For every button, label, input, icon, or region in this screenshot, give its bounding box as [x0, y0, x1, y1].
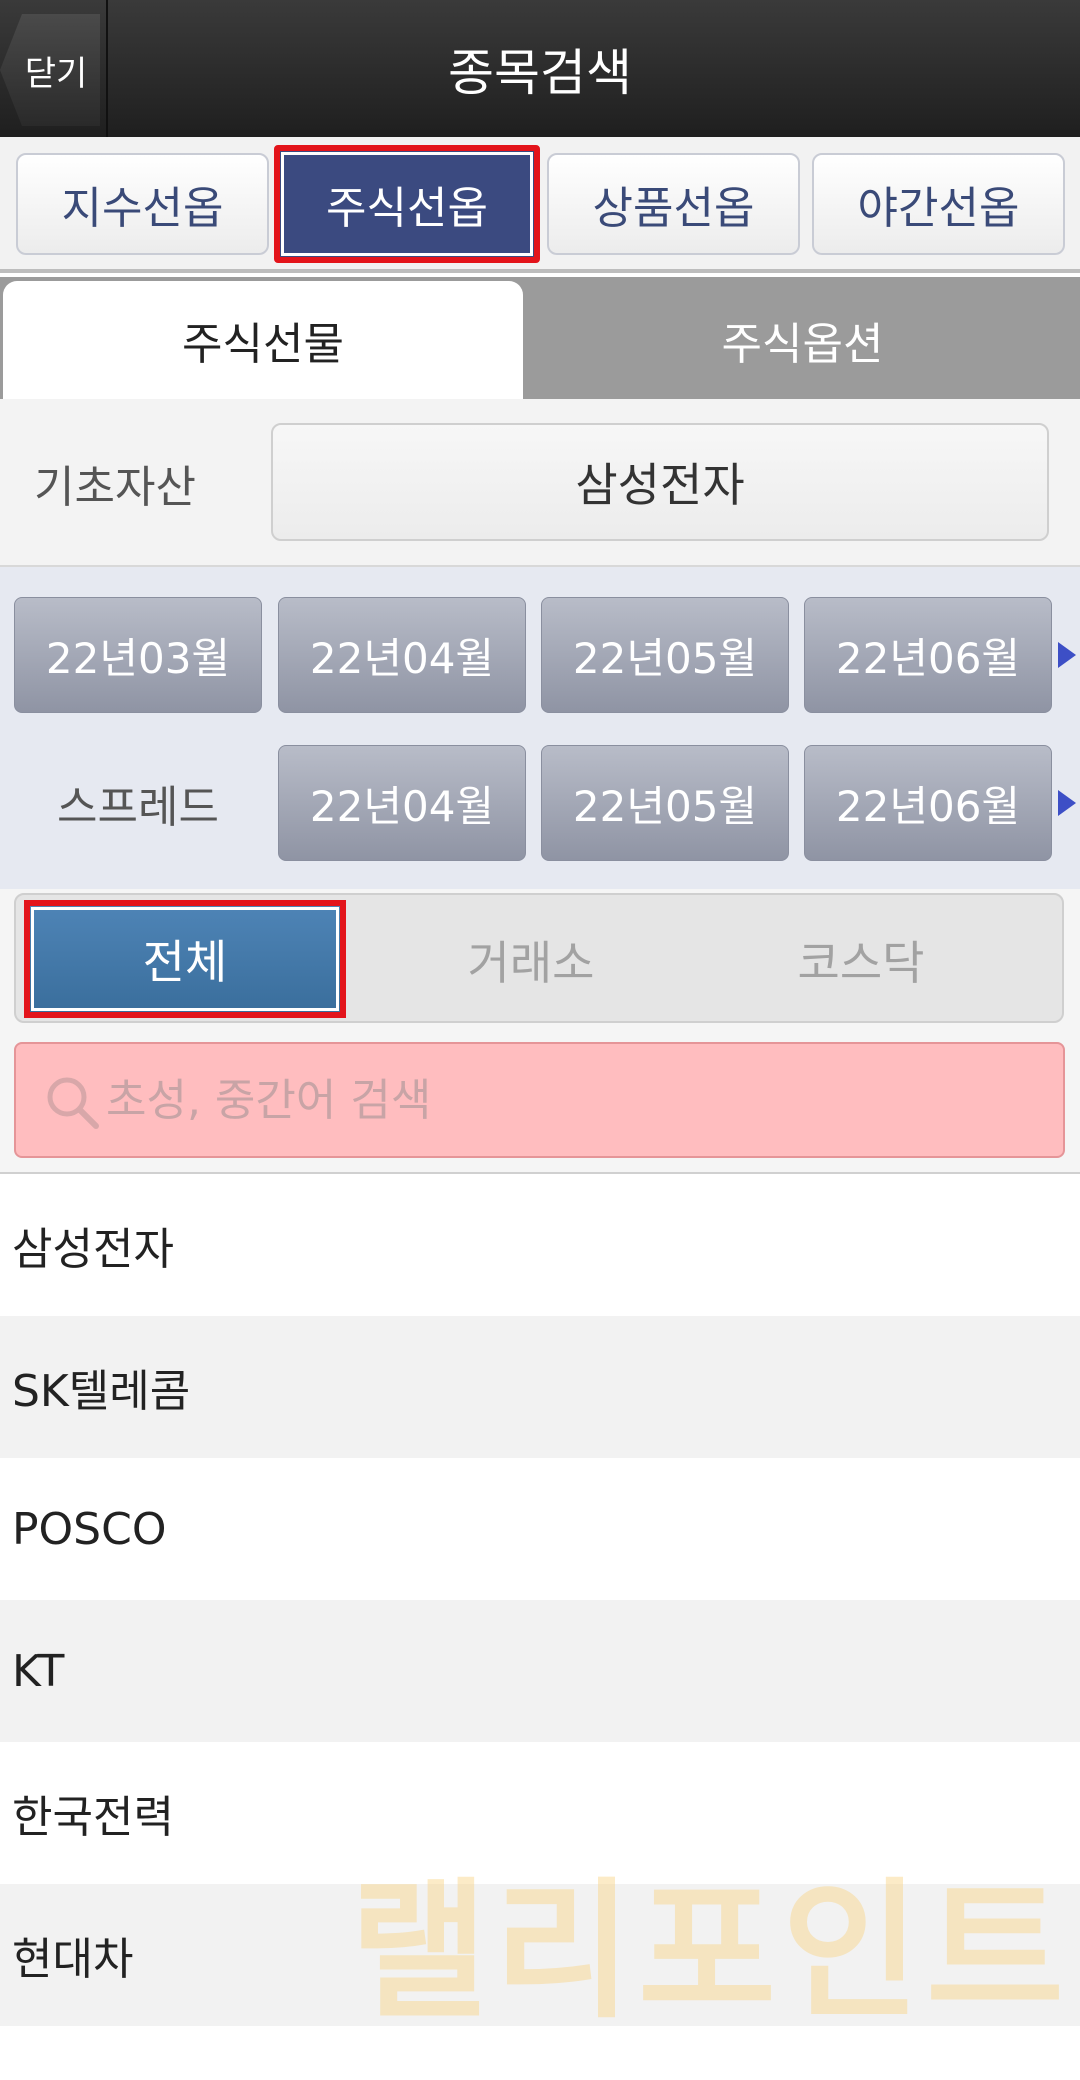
- search-input[interactable]: [106, 1044, 1046, 1156]
- month-button[interactable]: 22년06월: [804, 597, 1052, 713]
- market-tab-bar: 지수선옵 주식선옵 상품선옵 야간선옵: [0, 137, 1080, 273]
- spread-month-button[interactable]: 22년06월: [804, 745, 1052, 861]
- underlying-asset-selector[interactable]: 삼성전자: [271, 423, 1049, 541]
- list-item[interactable]: 현대차: [0, 1884, 1080, 2026]
- tab-index-futures-options[interactable]: 지수선옵: [16, 153, 269, 255]
- spread-label: 스프레드: [57, 782, 219, 833]
- underlying-asset-label: 기초자산: [34, 462, 196, 513]
- stock-list: 삼성전자 SK텔레콤 POSCO KT 한국전력 현대차: [0, 1174, 1080, 2080]
- list-item[interactable]: SK텔레콤: [0, 1316, 1080, 1458]
- month-button[interactable]: 22년04월: [278, 597, 526, 713]
- month-button[interactable]: 22년03월: [14, 597, 262, 713]
- list-item[interactable]: KT: [0, 1600, 1080, 1742]
- exchange-filter: 전체 거래소 코스닥: [14, 893, 1064, 1023]
- underlying-asset-row: 기초자산 삼성전자: [0, 399, 1080, 567]
- expiry-month-panel: 22년03월 22년04월 22년05월 22년06월 스프레드 22년04월 …: [0, 567, 1080, 889]
- month-button[interactable]: 22년05월: [541, 597, 789, 713]
- list-item[interactable]: POSCO: [0, 1458, 1080, 1600]
- filter-kosdaq-button[interactable]: 코스닥: [696, 895, 1026, 1025]
- instrument-type-bar: 주식선물 주식옵션: [0, 277, 1080, 399]
- list-item[interactable]: 한국전력: [0, 1742, 1080, 1884]
- search-area: [0, 1024, 1080, 1174]
- tab-commodity-futures-options[interactable]: 상품선옵: [547, 153, 800, 255]
- filter-all-button[interactable]: 전체: [24, 900, 346, 1018]
- tab-night-futures-options[interactable]: 야간선옵: [812, 153, 1065, 255]
- search-field[interactable]: [14, 1042, 1065, 1158]
- exchange-filter-area: 전체 거래소 코스닥: [0, 889, 1080, 1024]
- scroll-right-icon[interactable]: [1058, 642, 1076, 668]
- stock-search-screen: 닫기 종목검색 지수선옵 주식선옵 상품선옵 야간선옵 주식선물 주식옵션 기초…: [0, 0, 1080, 2080]
- search-icon: [47, 1077, 99, 1129]
- list-item[interactable]: 삼성전자: [0, 1174, 1080, 1316]
- close-button[interactable]: 닫기: [0, 14, 100, 126]
- scroll-right-icon[interactable]: [1058, 790, 1076, 816]
- tab-stock-options[interactable]: 주식옵션: [525, 281, 1080, 399]
- header-divider: [106, 0, 108, 137]
- list-item[interactable]: [0, 2026, 1080, 2080]
- tab-stock-futures[interactable]: 주식선물: [3, 281, 523, 399]
- tab-stock-futures-options[interactable]: 주식선옵: [274, 145, 540, 263]
- spread-month-button[interactable]: 22년05월: [541, 745, 789, 861]
- page-title: 종목검색: [448, 43, 632, 102]
- filter-kospi-button[interactable]: 거래소: [366, 895, 696, 1025]
- spread-month-button[interactable]: 22년04월: [278, 745, 526, 861]
- header-bar: 닫기 종목검색: [0, 0, 1080, 137]
